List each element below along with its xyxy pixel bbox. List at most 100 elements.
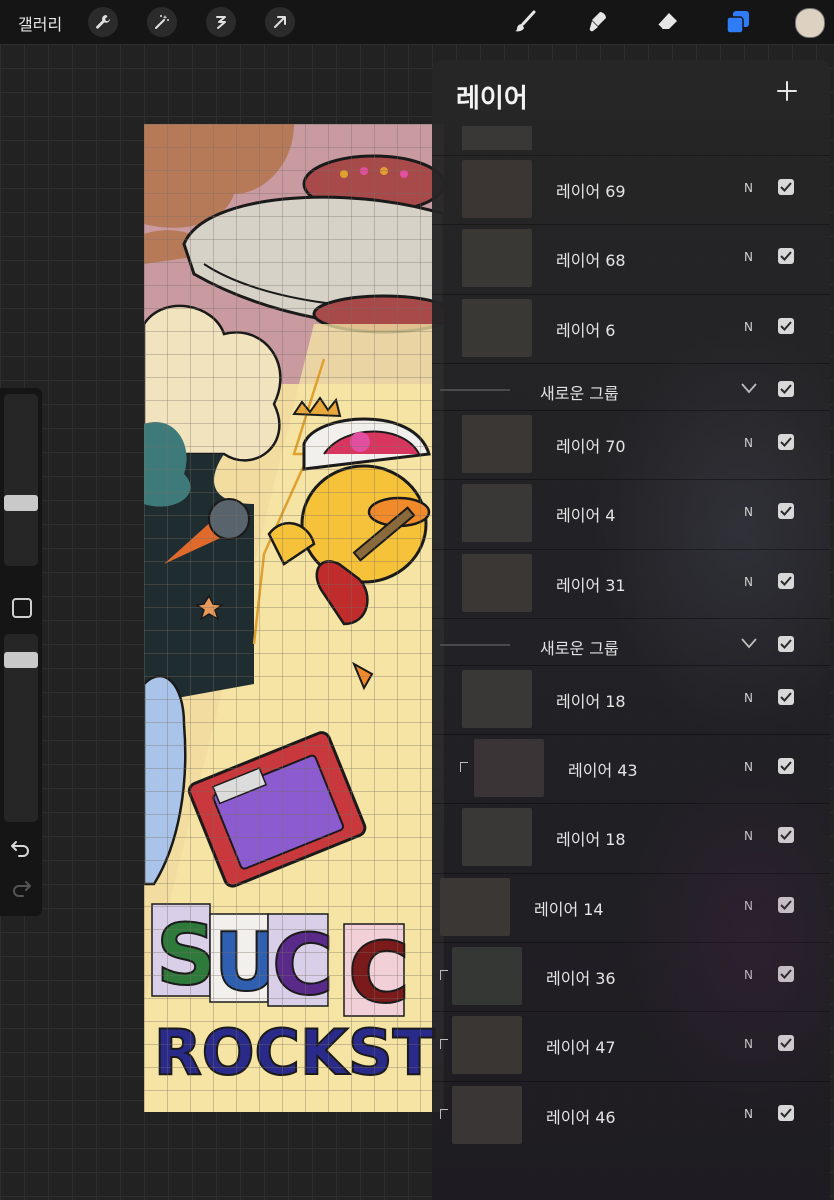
checkmark-icon bbox=[780, 639, 792, 649]
plus-icon bbox=[777, 81, 797, 101]
blend-mode-button[interactable]: N bbox=[744, 1037, 753, 1051]
visibility-checkbox[interactable] bbox=[778, 572, 794, 589]
checkmark-icon bbox=[780, 969, 792, 979]
layer-thumbnail bbox=[474, 739, 544, 798]
visibility-checkbox[interactable] bbox=[778, 896, 794, 913]
current-color-swatch[interactable] bbox=[795, 8, 825, 38]
layer-thumbnail bbox=[452, 1016, 522, 1075]
layer-row[interactable]: 레이어 6 N bbox=[432, 293, 830, 363]
chevron-down-icon[interactable] bbox=[740, 381, 758, 395]
transform-arrow-icon[interactable] bbox=[265, 7, 295, 37]
layer-row[interactable]: 레이어 43 N bbox=[432, 734, 830, 803]
blend-mode-button[interactable]: N bbox=[744, 968, 753, 982]
artwork-canvas[interactable]: S U C C ROCKST bbox=[144, 124, 444, 1112]
visibility-checkbox[interactable] bbox=[778, 758, 794, 775]
layer-name: 레이어 70 bbox=[556, 436, 626, 456]
layer-thumbnail bbox=[452, 1085, 522, 1144]
layer-group-row[interactable]: 새로운 그룹 bbox=[432, 617, 830, 669]
layer-row[interactable]: 레이어 14 N bbox=[432, 872, 830, 942]
clipping-mask-icon bbox=[460, 762, 468, 773]
opacity-thumb[interactable] bbox=[4, 652, 38, 668]
blend-mode-button[interactable]: N bbox=[744, 250, 753, 264]
layer-name: 레이어 36 bbox=[546, 969, 616, 988]
layer-row[interactable]: 레이어 4 N bbox=[432, 479, 830, 548]
group-divider bbox=[440, 643, 510, 646]
checkmark-icon bbox=[780, 506, 792, 517]
checkmark-icon bbox=[780, 900, 792, 910]
brush-size-slider[interactable] bbox=[4, 394, 38, 566]
checkmark-icon bbox=[780, 182, 792, 192]
wrench-icon[interactable] bbox=[88, 7, 118, 37]
group-name: 새로운 그룹 bbox=[540, 383, 619, 403]
smudge-icon[interactable] bbox=[582, 7, 612, 37]
blend-mode-button[interactable]: N bbox=[744, 181, 753, 195]
visibility-checkbox[interactable] bbox=[778, 179, 794, 195]
gallery-button[interactable]: 갤러리 bbox=[18, 11, 62, 35]
blend-mode-button[interactable]: N bbox=[744, 829, 753, 843]
layer-name: 레이어 69 bbox=[556, 182, 626, 201]
grid-overlay bbox=[144, 124, 444, 1112]
layer-name: 레이어 18 bbox=[556, 830, 626, 850]
blend-mode-button[interactable]: N bbox=[744, 505, 753, 519]
add-layer-button[interactable] bbox=[772, 76, 802, 106]
visibility-checkbox[interactable] bbox=[778, 688, 794, 705]
layers-panel-title: 레이어 bbox=[456, 84, 528, 114]
visibility-checkbox[interactable] bbox=[778, 1104, 794, 1121]
blend-mode-button[interactable]: N bbox=[744, 760, 753, 774]
layer-row[interactable]: 레이어 36 N bbox=[432, 942, 830, 1011]
blend-mode-button[interactable]: N bbox=[744, 691, 753, 705]
visibility-checkbox[interactable] bbox=[778, 966, 794, 982]
layer-name: 레이어 6 bbox=[556, 320, 616, 340]
layer-row[interactable]: 레이어 68 N bbox=[432, 224, 830, 293]
checkmark-icon bbox=[780, 830, 792, 841]
visibility-checkbox[interactable] bbox=[778, 317, 794, 334]
layer-row[interactable]: 레이어 18 N bbox=[432, 803, 830, 872]
visibility-checkbox[interactable] bbox=[778, 248, 794, 265]
group-name: 새로운 그룹 bbox=[540, 638, 619, 658]
visibility-checkbox[interactable] bbox=[778, 635, 794, 652]
magic-wand-icon[interactable] bbox=[147, 7, 177, 37]
layer-thumbnail bbox=[462, 808, 532, 867]
layers-icon[interactable] bbox=[723, 7, 753, 37]
blend-mode-button[interactable]: N bbox=[744, 575, 753, 589]
brush-icon[interactable] bbox=[510, 7, 540, 37]
undo-icon[interactable] bbox=[10, 840, 32, 862]
clipping-mask-icon bbox=[440, 970, 448, 980]
blend-mode-button[interactable]: N bbox=[744, 436, 753, 450]
visibility-checkbox[interactable] bbox=[778, 380, 794, 397]
layer-name: 레이어 68 bbox=[556, 251, 626, 271]
layer-row[interactable]: 레이어 18 N bbox=[432, 664, 830, 734]
layer-row-partial[interactable] bbox=[462, 126, 532, 150]
layer-name: 레이어 4 bbox=[556, 506, 616, 526]
redo-icon[interactable] bbox=[10, 880, 32, 902]
brush-size-thumb[interactable] bbox=[4, 494, 38, 511]
layer-name: 레이어 46 bbox=[546, 1107, 616, 1127]
layer-name: 레이어 18 bbox=[556, 691, 626, 711]
visibility-checkbox[interactable] bbox=[778, 827, 794, 844]
layer-thumbnail bbox=[462, 414, 532, 473]
layer-row[interactable]: 레이어 31 N bbox=[432, 548, 830, 618]
visibility-checkbox[interactable] bbox=[778, 1035, 794, 1052]
layer-row[interactable]: 레이어 70 N bbox=[432, 409, 830, 479]
side-controls bbox=[0, 388, 42, 916]
visibility-checkbox[interactable] bbox=[778, 433, 794, 450]
layer-thumbnail bbox=[462, 160, 532, 218]
selection-icon[interactable] bbox=[206, 7, 236, 37]
blend-mode-button[interactable]: N bbox=[744, 320, 753, 334]
layer-thumbnail bbox=[440, 877, 510, 936]
chevron-down-icon[interactable] bbox=[740, 636, 758, 650]
visibility-checkbox[interactable] bbox=[778, 503, 794, 520]
blend-mode-button[interactable]: N bbox=[744, 899, 753, 913]
layer-group-row[interactable]: 새로운 그룹 bbox=[432, 362, 830, 414]
layer-thumbnail bbox=[452, 947, 522, 1005]
layer-row[interactable]: 레이어 47 N bbox=[432, 1011, 830, 1080]
layer-row[interactable]: 레이어 69 N bbox=[432, 155, 830, 224]
checkmark-icon bbox=[780, 320, 792, 331]
eraser-icon[interactable] bbox=[652, 7, 682, 37]
layer-thumbnail bbox=[462, 669, 532, 728]
clipping-mask-icon bbox=[440, 1039, 448, 1050]
checkmark-icon bbox=[780, 437, 792, 447]
eyedropper-button[interactable] bbox=[12, 598, 32, 618]
blend-mode-button[interactable]: N bbox=[744, 1107, 753, 1121]
layer-row[interactable]: 레이어 46 N bbox=[432, 1080, 830, 1150]
